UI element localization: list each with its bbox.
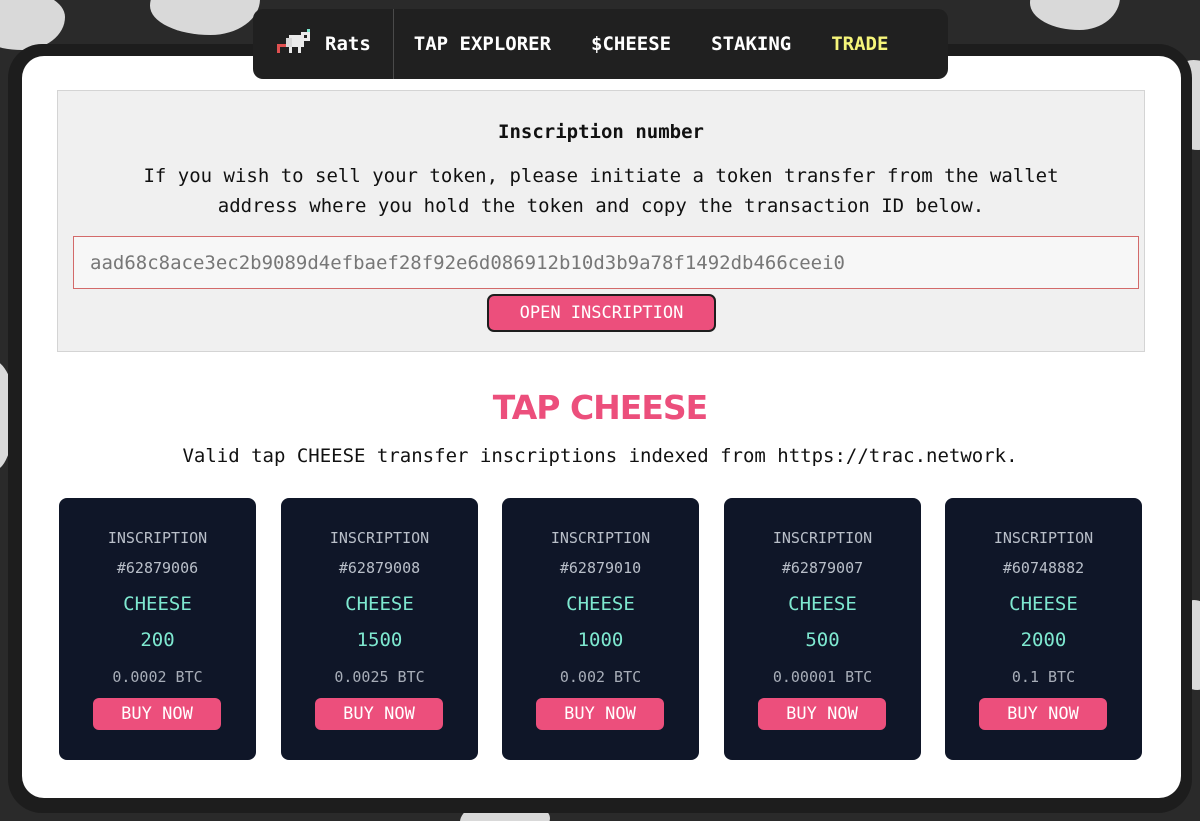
card-price: 0.002 BTC [559, 668, 642, 686]
buy-now-button[interactable]: BUY NOW [315, 698, 443, 730]
brand[interactable]: Rats [253, 9, 394, 79]
inscription-card: INSCRIPTION #62879007 CHEESE 500 0.00001… [724, 498, 921, 760]
nav-tap-explorer[interactable]: TAP EXPLORER [394, 33, 571, 55]
tap-cheese-title: TAP CHEESE [492, 388, 708, 427]
card-ticker: CHEESE [1009, 593, 1078, 615]
card-inscription-number: #62879008 [338, 559, 421, 577]
buy-now-button[interactable]: BUY NOW [93, 698, 221, 730]
card-price: 0.1 BTC [1011, 668, 1076, 686]
card-label: INSCRIPTION [993, 529, 1094, 547]
buy-now-button[interactable]: BUY NOW [536, 698, 664, 730]
card-amount: 2000 [1020, 629, 1067, 651]
card-label: INSCRIPTION [772, 529, 873, 547]
transaction-id-input[interactable] [73, 236, 1139, 289]
background-shape [1030, 0, 1120, 30]
inscription-card: INSCRIPTION #62879006 CHEESE 200 0.0002 … [59, 498, 256, 760]
brand-label: Rats [325, 33, 371, 55]
top-navigation: Rats TAP EXPLORER $CHEESE STAKING TRADE [253, 9, 948, 79]
inscription-title: Inscription number [498, 121, 704, 143]
card-label: INSCRIPTION [107, 529, 208, 547]
card-amount: 1500 [356, 629, 403, 651]
inscription-card: INSCRIPTION #62879008 CHEESE 1500 0.0025… [281, 498, 478, 760]
rat-pixel-icon [277, 29, 310, 53]
buy-now-button[interactable]: BUY NOW [979, 698, 1107, 730]
buy-now-button[interactable]: BUY NOW [758, 698, 886, 730]
card-inscription-number: #62879006 [116, 559, 199, 577]
nav-cheese[interactable]: $CHEESE [571, 33, 691, 55]
card-price: 0.00001 BTC [772, 668, 873, 686]
card-ticker: CHEESE [566, 593, 635, 615]
card-price: 0.0025 BTC [334, 668, 425, 686]
nav-trade[interactable]: TRADE [811, 33, 908, 55]
open-inscription-button[interactable]: OPEN INSCRIPTION [487, 294, 716, 332]
card-amount: 200 [140, 629, 175, 651]
card-amount: 500 [805, 629, 840, 651]
card-price: 0.0002 BTC [112, 668, 203, 686]
card-ticker: CHEESE [788, 593, 857, 615]
inscription-cards: INSCRIPTION #62879006 CHEESE 200 0.0002 … [59, 498, 1142, 760]
inscription-description: If you wish to sell your token, please i… [143, 165, 1059, 217]
card-label: INSCRIPTION [329, 529, 430, 547]
inscription-card: INSCRIPTION #62879010 CHEESE 1000 0.002 … [502, 498, 699, 760]
background-shape [150, 0, 260, 35]
card-ticker: CHEESE [345, 593, 414, 615]
inscription-card: INSCRIPTION #60748882 CHEESE 2000 0.1 BT… [945, 498, 1142, 760]
tap-cheese-subtitle: Valid tap CHEESE transfer inscriptions i… [182, 445, 1018, 467]
background-shape [0, 0, 65, 50]
card-inscription-number: #62879010 [559, 559, 642, 577]
inscription-panel: Inscription number If you wish to sell y… [57, 90, 1145, 352]
card-amount: 1000 [577, 629, 624, 651]
card-inscription-number: #60748882 [1002, 559, 1085, 577]
card-ticker: CHEESE [123, 593, 192, 615]
nav-staking[interactable]: STAKING [691, 33, 811, 55]
card-label: INSCRIPTION [550, 529, 651, 547]
card-inscription-number: #62879007 [781, 559, 864, 577]
